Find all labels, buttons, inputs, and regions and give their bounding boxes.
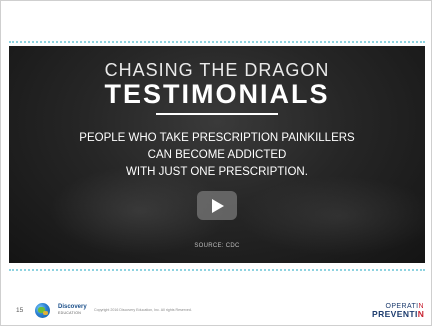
play-button[interactable] xyxy=(197,191,237,220)
message-line: WITH JUST ONE PRESCRIPTION. xyxy=(126,166,308,178)
source-caption: SOURCE: CDC xyxy=(194,243,240,249)
slide-frame: CHASING THE DRAGON TESTIMONIALS PEOPLE W… xyxy=(0,0,432,326)
bottom-dotted-divider xyxy=(9,269,425,271)
copyright-text: Copyright 2016 Discovery Education, Inc.… xyxy=(94,308,192,312)
message-line: PEOPLE WHO TAKE PRESCRIPTION PAINKILLERS xyxy=(79,132,355,144)
video-message: PEOPLE WHO TAKE PRESCRIPTION PAINKILLERS… xyxy=(9,130,425,181)
brand-subtitle: EDUCATION xyxy=(58,311,82,315)
video-kicker: CHASING THE DRAGON xyxy=(104,60,330,80)
slide-footer: 15 Discovery EDUCATION Copyright 2016 Di… xyxy=(1,299,431,325)
title-underline xyxy=(156,113,278,115)
page-number: 15 xyxy=(16,307,24,314)
logo-line-2-main: PREVENTI xyxy=(372,309,418,319)
logo-line-2-accent: N xyxy=(417,309,425,319)
logo-line-2: PREVENTIN xyxy=(372,310,424,319)
video-title: TESTIMONIALS xyxy=(104,79,330,109)
globe-icon xyxy=(35,303,50,318)
play-icon xyxy=(212,199,224,213)
operation-prevention-logo: OPERATIN PREVENTIN xyxy=(372,303,424,319)
discovery-education-logo: Discovery EDUCATION xyxy=(58,304,87,316)
video-player[interactable]: CHASING THE DRAGON TESTIMONIALS PEOPLE W… xyxy=(9,46,425,263)
message-line: CAN BECOME ADDICTED xyxy=(147,149,287,161)
top-dotted-divider xyxy=(9,41,425,43)
